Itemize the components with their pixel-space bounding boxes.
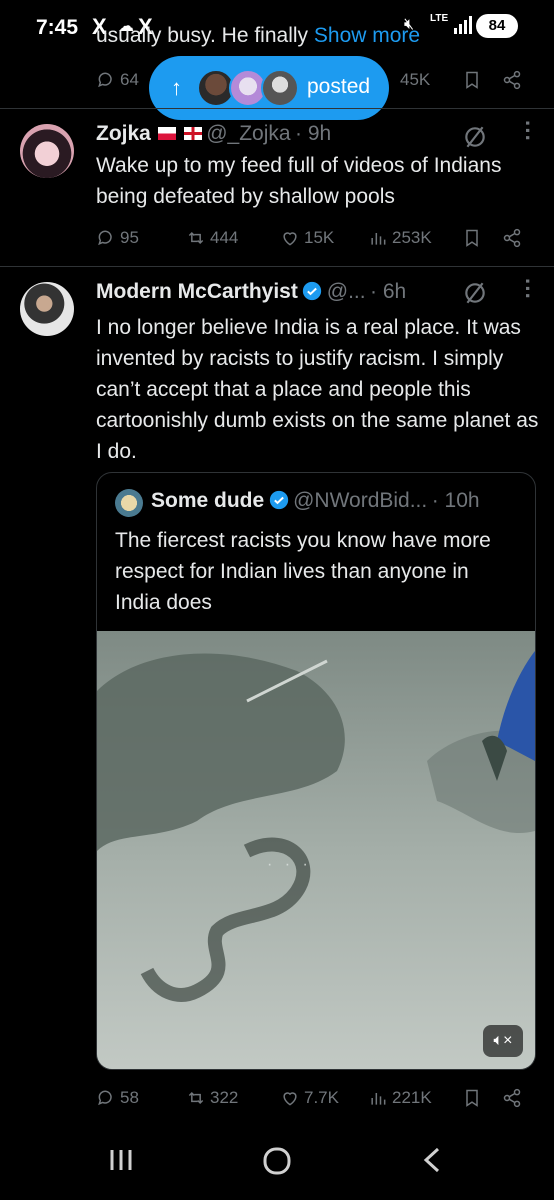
verified-badge-icon — [269, 490, 288, 510]
reply-count: 95 — [120, 228, 139, 247]
quoted-tweet[interactable]: Some dude @NWordBid... · 10h The fierces… — [96, 472, 536, 1070]
show-more-link[interactable]: Show more — [314, 24, 420, 47]
reply-icon — [98, 72, 112, 88]
quoted-header: Some dude @NWordBid... · 10h — [151, 489, 480, 513]
arrow-up-icon: ↑ — [171, 75, 182, 100]
avatar — [115, 489, 143, 517]
reply-button[interactable]: 64 — [96, 70, 139, 90]
speaker-muted-icon: 🔈︎× — [493, 1032, 513, 1049]
svg-text:· · ·: · · · — [267, 856, 312, 873]
more-options-icon[interactable]: ··· — [514, 120, 540, 142]
system-nav-bar — [0, 1120, 554, 1200]
poland-flag-icon — [158, 127, 177, 140]
avatar[interactable] — [20, 124, 74, 178]
bookmark-icon — [466, 1089, 478, 1107]
recent-apps-button[interactable] — [108, 1146, 134, 1174]
new-posts-pill[interactable]: ↑ posted — [149, 56, 389, 120]
bookmark-icon — [466, 229, 478, 247]
battery-level: 84 — [488, 17, 506, 34]
like-button[interactable]: 15K — [280, 228, 334, 248]
video-frame: · · · — [97, 631, 535, 1069]
quoted-text: The fiercest racists you know have more … — [115, 529, 491, 614]
quoted-timestamp: · 10h — [431, 489, 480, 512]
timestamp: · 9h — [295, 122, 332, 145]
bookmark-button[interactable] — [462, 1088, 482, 1108]
display-name[interactable]: Modern McCarthyist — [96, 280, 298, 303]
prev-tweet-partial: usually busy. He finally — [96, 24, 309, 47]
back-button[interactable] — [420, 1146, 442, 1174]
repost-icon — [188, 1091, 204, 1105]
reply-icon — [98, 1090, 112, 1106]
like-button[interactable]: 7.7K — [280, 1088, 339, 1108]
mute-toggle-button[interactable]: 🔈︎× — [483, 1025, 523, 1057]
avatar[interactable] — [20, 282, 74, 336]
analytics-icon — [371, 233, 386, 245]
signal-icon — [454, 16, 472, 34]
like-count: 7.7K — [304, 1088, 339, 1107]
tweet-text: Wake up to my feed full of videos of Ind… — [96, 154, 502, 208]
share-button[interactable] — [502, 1088, 522, 1108]
england-flag-icon — [183, 127, 202, 140]
display-name[interactable]: Zojka — [96, 122, 151, 145]
handle[interactable]: @_Zojka — [206, 122, 290, 145]
reply-icon — [98, 230, 112, 246]
bookmark-icon — [466, 71, 478, 89]
quoted-handle: @NWordBid... — [293, 489, 428, 512]
quoted-display-name: Some dude — [151, 489, 265, 512]
views-button[interactable]: 253K — [368, 228, 432, 248]
divider — [0, 266, 554, 267]
views-count: 253K — [392, 228, 432, 247]
tweet-header: Zojka @_Zojka · 9h — [96, 122, 331, 146]
share-button[interactable] — [502, 70, 522, 90]
home-button[interactable] — [262, 1146, 292, 1176]
tweet-text: I no longer believe India is a real plac… — [96, 316, 539, 463]
avatar — [261, 69, 299, 107]
repost-button[interactable]: 322 — [186, 1088, 238, 1108]
grok-icon[interactable] — [462, 124, 488, 150]
battery-icon: 84 — [476, 14, 518, 38]
video-player[interactable]: · · · 🔈︎× — [97, 631, 535, 1069]
divider — [0, 108, 554, 109]
views-button[interactable]: 45K — [400, 70, 430, 90]
views-button[interactable]: 221K — [368, 1088, 432, 1108]
reply-count: 64 — [120, 70, 139, 89]
timestamp: · 6h — [370, 280, 407, 303]
prev-tweet-text: usually busy. He finally Show more — [96, 24, 420, 48]
heart-icon — [283, 232, 297, 246]
like-count: 15K — [304, 228, 335, 247]
share-icon — [503, 1088, 521, 1108]
repost-count: 322 — [210, 1088, 239, 1107]
reply-button[interactable]: 95 — [96, 228, 139, 248]
handle[interactable]: @... — [327, 280, 366, 303]
repost-count: 444 — [210, 228, 239, 247]
heart-icon — [283, 1092, 297, 1106]
repost-button[interactable]: 444 — [186, 228, 238, 248]
tweet-header: Modern McCarthyist @... · 6h — [96, 280, 406, 304]
network-label: LTE — [430, 13, 449, 24]
posted-label: posted — [307, 75, 371, 98]
analytics-icon — [371, 1093, 386, 1105]
views-count: 221K — [392, 1088, 432, 1107]
views-count: 45K — [400, 70, 431, 89]
reply-count: 58 — [120, 1088, 139, 1107]
repost-icon — [188, 231, 204, 245]
more-options-icon[interactable]: ··· — [514, 278, 540, 300]
grok-icon[interactable] — [462, 280, 488, 306]
verified-badge-icon — [303, 281, 322, 301]
bookmark-button[interactable] — [462, 70, 482, 90]
bookmark-button[interactable] — [462, 228, 482, 248]
reply-button[interactable]: 58 — [96, 1088, 139, 1108]
share-icon — [503, 228, 521, 248]
share-icon — [503, 70, 521, 90]
share-button[interactable] — [502, 228, 522, 248]
status-time: 7:45 — [36, 16, 79, 39]
